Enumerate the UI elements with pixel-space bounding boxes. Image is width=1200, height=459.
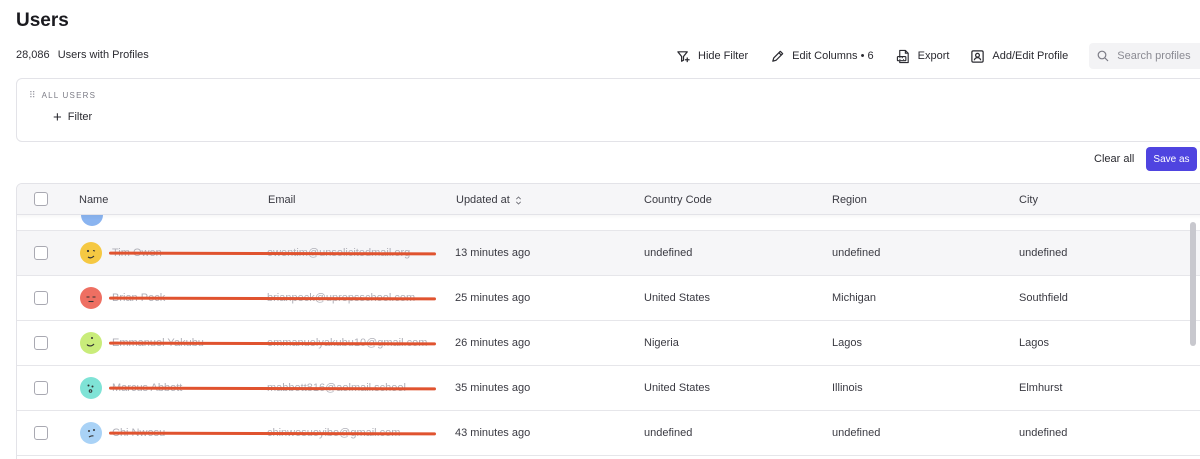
export-button[interactable]: Export (896, 49, 950, 64)
users-count-number: 28,086 (16, 49, 50, 61)
row-checkbox[interactable] (34, 381, 48, 395)
row-city: Southfield (1019, 292, 1068, 304)
clear-all-button[interactable]: Clear all (1094, 153, 1134, 165)
avatar (80, 422, 102, 444)
hide-filter-label: Hide Filter (698, 50, 749, 62)
row-region: Michigan (832, 292, 877, 304)
table-row[interactable]: Tim Owenowentim@unsolicitedmail.org13 mi… (17, 231, 1200, 276)
row-checkbox[interactable] (34, 291, 48, 305)
row-city: undefined (1019, 247, 1068, 259)
column-header-city[interactable]: City (1019, 194, 1038, 206)
add-edit-profile-label: Add/Edit Profile (992, 50, 1069, 62)
users-count: 28,086 Users with Profiles (16, 49, 149, 61)
column-header-name[interactable]: Name (79, 194, 108, 206)
drag-handle-icon[interactable]: ⠿ (29, 90, 36, 101)
page-title: Users (16, 10, 69, 31)
row-country-code: United States (644, 382, 711, 394)
row-city: Elmhurst (1019, 382, 1063, 394)
hide-filter-button[interactable]: Hide Filter (676, 49, 748, 64)
avatar (81, 215, 103, 226)
table-row[interactable]: Brian Peckbrianpeck@upropsschool.com25 m… (17, 276, 1200, 321)
avatar (80, 242, 102, 264)
row-updated-at: 43 minutes ago (455, 427, 531, 439)
plus-icon: + (53, 108, 62, 126)
pencil-icon (772, 50, 784, 62)
add-edit-profile-button[interactable]: Add/Edit Profile (970, 49, 1068, 64)
table-row-partial[interactable] (17, 215, 1200, 231)
profile-card-icon (971, 49, 985, 63)
row-country-code: undefined (644, 247, 693, 259)
row-region: undefined (832, 247, 881, 259)
row-updated-at: 35 minutes ago (455, 382, 531, 394)
edit-columns-button[interactable]: Edit Columns • 6 (770, 49, 874, 64)
table-scrollbar[interactable] (1190, 222, 1196, 346)
row-region: Lagos (832, 337, 862, 349)
toolbar: Hide Filter Edit Columns • 6 Export Add/… (676, 43, 1200, 69)
filter-icon (677, 50, 690, 62)
column-header-updated-at[interactable]: Updated at (456, 194, 522, 206)
column-header-email[interactable]: Email (268, 194, 296, 206)
save-as-button[interactable]: Save as (1146, 147, 1197, 171)
row-region: undefined (832, 427, 881, 439)
avatar (80, 332, 102, 354)
row-updated-at: 13 minutes ago (455, 247, 531, 259)
column-header-country-code[interactable]: Country Code (644, 194, 712, 206)
table-row[interactable]: Marcus Abbottmabbott816@aolmail.school35… (17, 366, 1200, 411)
filter-group-header[interactable]: ⠿ ALL USERS (29, 90, 96, 101)
table-header: Name Email Updated at Country Code Regio… (17, 184, 1200, 215)
avatar (80, 377, 102, 399)
row-city: undefined (1019, 427, 1068, 439)
search-box[interactable] (1089, 43, 1200, 69)
row-checkbox[interactable] (34, 336, 48, 350)
table-row[interactable]: Emmanuel Yakubuemmanuelyakubu10@gmail.co… (17, 321, 1200, 366)
users-count-label: Users with Profiles (57, 49, 149, 61)
filter-panel: ⠿ ALL USERS + Filter (16, 78, 1200, 142)
column-header-region[interactable]: Region (832, 194, 867, 206)
table-row[interactable]: Chi Nwosuchinwosuoyibo@gmail.com43 minut… (17, 411, 1200, 456)
row-country-code: undefined (644, 427, 693, 439)
filter-group-label: ALL USERS (41, 91, 97, 100)
thinking-face-icon (88, 429, 95, 438)
edit-columns-label: Edit Columns • 6 (792, 50, 874, 62)
row-country-code: United States (644, 292, 711, 304)
sleepy-face-icon (86, 296, 96, 303)
add-filter-label: Filter (67, 111, 93, 123)
users-table: Name Email Updated at Country Code Regio… (16, 183, 1200, 459)
select-all-checkbox[interactable] (34, 192, 48, 206)
row-country-code: Nigeria (644, 337, 679, 349)
add-filter-button[interactable]: + Filter (53, 108, 93, 126)
csv-file-icon (896, 49, 909, 63)
row-region: Illinois (832, 382, 863, 394)
row-checkbox[interactable] (34, 426, 48, 440)
surprised-face-icon (87, 384, 94, 393)
search-icon (1097, 50, 1109, 62)
column-header-updated-at-label: Updated at (456, 194, 510, 206)
row-checkbox[interactable] (34, 246, 48, 260)
winking-face-icon (86, 249, 96, 259)
row-city: Lagos (1019, 337, 1049, 349)
row-updated-at: 25 minutes ago (455, 292, 531, 304)
export-label: Export (917, 50, 950, 62)
row-updated-at: 26 minutes ago (455, 337, 531, 349)
sort-icon[interactable] (515, 195, 522, 205)
search-input[interactable] (1117, 50, 1200, 62)
avatar (80, 287, 102, 309)
smiling-face-icon (86, 337, 95, 347)
